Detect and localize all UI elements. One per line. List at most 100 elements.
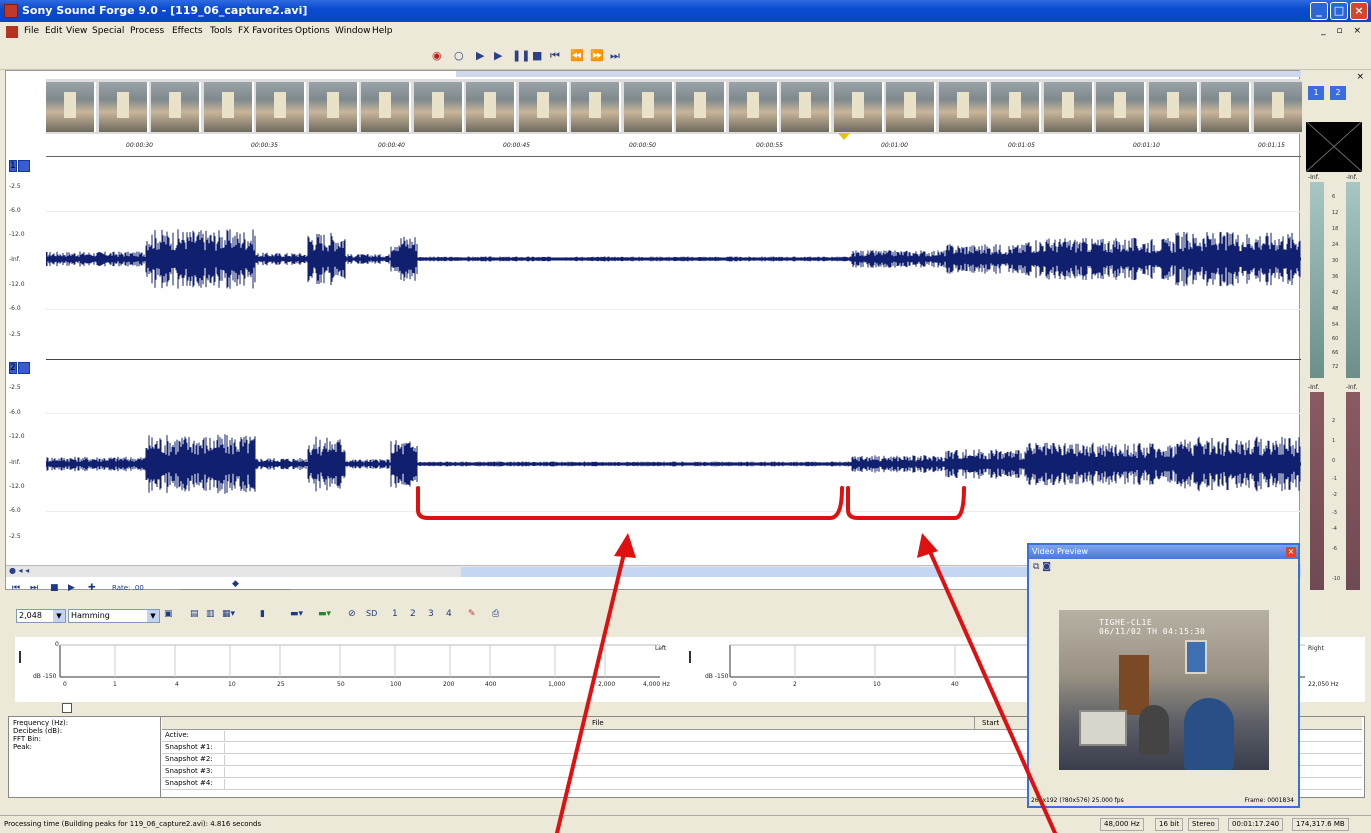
bar-graph-icon[interactable]: ▦▾ bbox=[222, 609, 235, 619]
loop-icon[interactable]: ○ bbox=[454, 49, 464, 62]
menu-fx-favorites[interactable]: FX Favorites bbox=[238, 26, 293, 36]
record-icon[interactable]: ◉ bbox=[432, 49, 442, 62]
x-tick: 100 bbox=[390, 681, 402, 688]
status-length[interactable]: 00:01:17.240 bbox=[1228, 818, 1284, 831]
channel-2-number[interactable]: 2 bbox=[9, 362, 17, 374]
waveform-display[interactable] bbox=[46, 159, 1301, 559]
menu-tools[interactable]: Tools bbox=[210, 26, 232, 36]
menu-special[interactable]: Special bbox=[92, 26, 124, 36]
snapshot-icon[interactable]: ✎ bbox=[468, 609, 476, 619]
rate-slider-thumb[interactable]: ◆ bbox=[232, 579, 239, 589]
menu-file[interactable]: File bbox=[24, 26, 39, 36]
db-label: -12.0 bbox=[9, 433, 25, 440]
meter-tick: 72 bbox=[1332, 364, 1339, 370]
channel-1-number[interactable]: 1 bbox=[9, 160, 17, 172]
settings-icon[interactable]: ▣ bbox=[164, 609, 173, 619]
window-function-select[interactable]: Hamming ▼ bbox=[68, 609, 160, 623]
menu-edit[interactable]: Edit bbox=[45, 26, 62, 36]
close-button[interactable]: × bbox=[1350, 2, 1368, 20]
meter-button-1[interactable]: 1 bbox=[1308, 86, 1324, 100]
status-disk-space[interactable]: 174,317.6 MB bbox=[1292, 818, 1349, 831]
meter-label: -Inf. bbox=[1346, 384, 1358, 391]
go-to-start-icon[interactable]: ⏮ bbox=[550, 49, 560, 63]
maximize-button[interactable]: □ bbox=[1330, 2, 1348, 20]
sonogram-icon[interactable]: ▥ bbox=[206, 609, 215, 619]
close-icon[interactable]: × bbox=[1286, 547, 1296, 557]
stop-icon[interactable]: ■ bbox=[532, 49, 542, 62]
color-icon[interactable]: ▬▾ bbox=[318, 609, 331, 619]
menu-options[interactable]: Options bbox=[295, 26, 330, 36]
no-icon[interactable]: ⊘ bbox=[348, 609, 356, 619]
menu-view[interactable]: View bbox=[66, 26, 87, 36]
video-frame-thumbnail bbox=[361, 82, 411, 132]
frequency-icon[interactable]: ▤ bbox=[190, 609, 199, 619]
channel-1-toggle[interactable] bbox=[18, 160, 30, 172]
x-tick: 1 bbox=[113, 681, 117, 688]
menu-help[interactable]: Help bbox=[372, 26, 393, 36]
ruler-label: 00:00:30 bbox=[126, 142, 153, 149]
display-icon[interactable]: ▬▾ bbox=[290, 609, 303, 619]
db-label: -2.5 bbox=[9, 533, 21, 540]
transport-toolbar: ◉ ○ ▶ ▶ ❚❚ ■ ⏮ ⏪ ⏩ ⏭ bbox=[0, 42, 1371, 70]
rate-slider[interactable] bbox=[180, 589, 290, 590]
mark-icon[interactable]: ✚ bbox=[88, 583, 96, 593]
minimize-button[interactable]: _ bbox=[1310, 2, 1328, 20]
ruler-label: 00:00:35 bbox=[251, 142, 278, 149]
go-to-end-icon[interactable]: ⏭ bbox=[30, 583, 38, 593]
sd-label[interactable]: SD bbox=[366, 609, 377, 618]
fast-forward-icon[interactable]: ⏩ bbox=[590, 49, 604, 62]
document-icon[interactable] bbox=[6, 26, 18, 38]
menu-effects[interactable]: Effects bbox=[172, 26, 203, 36]
play-icon[interactable]: ▶ bbox=[494, 49, 502, 62]
snapshot-1-button[interactable]: 1 bbox=[392, 609, 398, 619]
video-frame-thumbnail bbox=[518, 82, 569, 132]
menu-process[interactable]: Process bbox=[130, 26, 164, 36]
peak-label: Peak: bbox=[13, 743, 32, 751]
pause-icon[interactable]: ❚❚ bbox=[512, 49, 530, 62]
video-preview-tools[interactable]: ⧉ ◙ bbox=[1033, 562, 1051, 572]
close-icon[interactable]: × bbox=[1356, 72, 1364, 82]
db-label: -2.5 bbox=[9, 183, 21, 190]
y-axis-top: 0 bbox=[55, 641, 59, 648]
meter-button-2[interactable]: 2 bbox=[1330, 86, 1346, 100]
ruler-label: 00:00:55 bbox=[756, 142, 783, 149]
video-preview-window[interactable]: Video Preview × ⧉ ◙ TIGHE-CL1E 06/11/02 … bbox=[1027, 543, 1300, 808]
y-axis-bottom: dB -150 bbox=[33, 673, 57, 680]
snapshot-3-button[interactable]: 3 bbox=[428, 609, 434, 619]
stop-icon[interactable]: ■ bbox=[50, 583, 59, 593]
play-all-icon[interactable]: ▶ bbox=[476, 49, 484, 62]
x-tick: 4 bbox=[175, 681, 179, 688]
snapshot-4-button[interactable]: 4 bbox=[446, 609, 452, 619]
video-preview-title[interactable]: Video Preview bbox=[1029, 545, 1298, 559]
status-bit-depth[interactable]: 16 bit bbox=[1155, 818, 1184, 831]
fft-size-select[interactable]: 2,048 ▼ bbox=[16, 609, 66, 623]
column-divider[interactable] bbox=[974, 717, 975, 730]
snapshot-2-button[interactable]: 2 bbox=[410, 609, 416, 619]
hold-icon[interactable]: ▮ bbox=[260, 609, 265, 619]
zoom-controls[interactable]: ● ◂ ◂ bbox=[9, 566, 29, 575]
playback-marker-icon[interactable] bbox=[838, 133, 850, 140]
status-channels[interactable]: Stereo bbox=[1188, 818, 1219, 831]
menu-window[interactable]: Window bbox=[335, 26, 371, 36]
column-header-start[interactable]: Start bbox=[982, 719, 999, 727]
go-to-start-icon[interactable]: ⏮ bbox=[12, 583, 20, 593]
x-tick: 4,000 Hz bbox=[643, 681, 670, 688]
go-to-end-icon[interactable]: ⏭ bbox=[610, 49, 620, 63]
column-header-file[interactable]: File bbox=[592, 719, 604, 727]
chevron-down-icon[interactable]: ▼ bbox=[53, 610, 65, 622]
play-icon[interactable]: ▶ bbox=[68, 583, 75, 593]
channel-2-toggle[interactable] bbox=[18, 362, 30, 374]
waveform-svg bbox=[46, 229, 1301, 494]
mdi-controls[interactable]: _ ▫ × bbox=[1321, 26, 1365, 36]
meter-tick: 24 bbox=[1332, 242, 1339, 248]
overview-bar[interactable] bbox=[456, 71, 1301, 77]
status-sample-rate[interactable]: 48,000 Hz bbox=[1100, 818, 1144, 831]
db-label: -2.5 bbox=[9, 331, 21, 338]
spectrum-slider-thumb[interactable] bbox=[62, 703, 72, 713]
video-frame-thumbnail bbox=[676, 82, 726, 132]
print-icon[interactable]: ⎙ bbox=[492, 609, 499, 619]
chevron-down-icon[interactable]: ▼ bbox=[147, 610, 159, 622]
rewind-icon[interactable]: ⏪ bbox=[570, 49, 584, 62]
meter-tick: -6 bbox=[1332, 546, 1337, 552]
x-tick: 10 bbox=[228, 681, 236, 688]
